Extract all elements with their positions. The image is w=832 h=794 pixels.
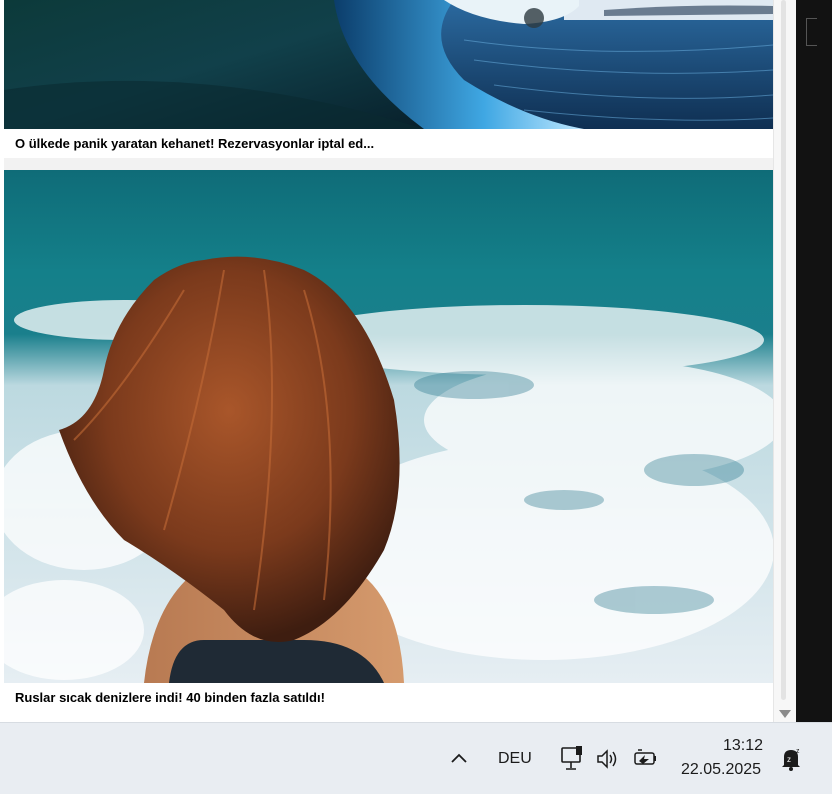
card-separator [4,158,773,170]
vertical-scrollbar[interactable] [773,0,797,722]
chevron-up-icon[interactable] [449,751,469,765]
input-language[interactable]: DEU [498,750,532,768]
news-card[interactable]: Ruslar sıcak denizlere indi! 40 binden f… [4,170,773,712]
news-feed: O ülkede panik yaratan kehanet! Rezervas… [0,0,796,722]
battery-icon[interactable] [633,747,659,769]
svg-text:z: z [796,748,800,755]
window-edge-button [806,18,817,46]
scrollbar-thumb[interactable] [781,0,786,700]
svg-text:z: z [787,755,791,764]
background-window-edge [796,0,832,722]
network-icon[interactable] [559,745,587,773]
taskbar: DEU 13:12 22.05.2025 z z [0,722,832,794]
volume-icon[interactable] [596,748,622,770]
notification-bell-icon[interactable]: z z [779,745,805,773]
clock-date[interactable]: 22.05.2025 [681,761,761,779]
news-image-ocean-wave[interactable] [4,0,773,129]
news-card[interactable]: O ülkede panik yaratan kehanet! Rezervas… [4,0,773,158]
news-title[interactable]: Ruslar sıcak denizlere indi! 40 binden f… [15,690,325,705]
news-image-woman-at-sea[interactable] [4,170,773,683]
scroll-down-arrow-icon[interactable] [777,708,793,720]
news-title[interactable]: O ülkede panik yaratan kehanet! Rezervas… [15,136,374,151]
clock-time[interactable]: 13:12 [723,737,763,755]
